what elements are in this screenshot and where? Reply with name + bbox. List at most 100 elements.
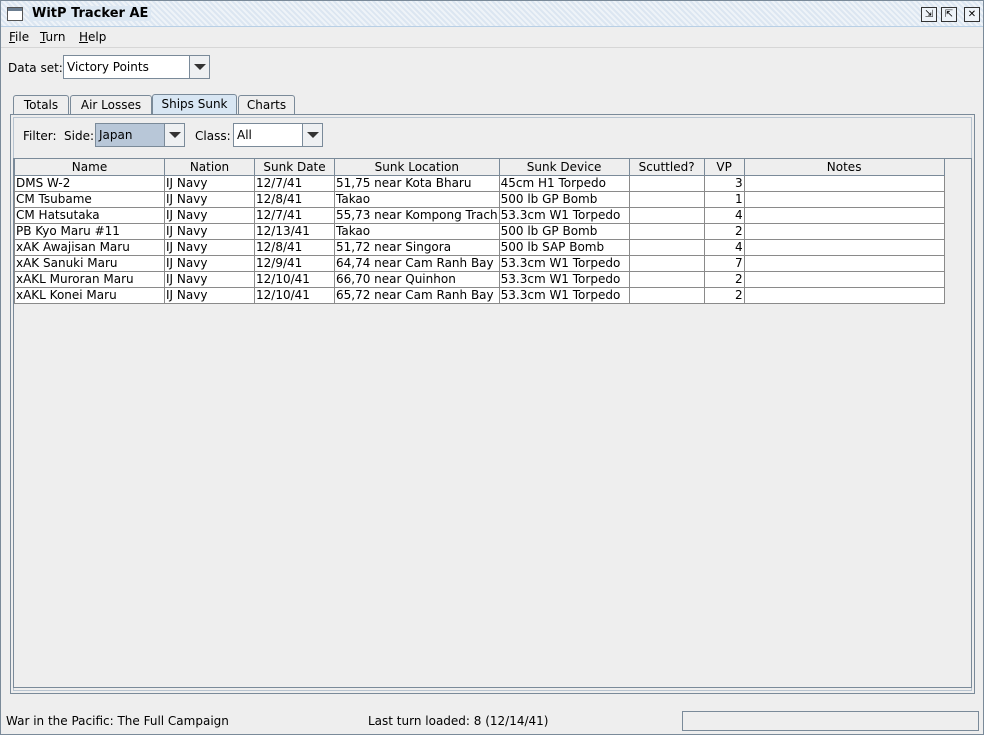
column-header-scuttled[interactable]: Scuttled? bbox=[628, 159, 705, 176]
cell-name[interactable]: DMS W-2 bbox=[14, 174, 165, 192]
cell-sunk-device[interactable]: 500 lb SAP Bomb bbox=[498, 238, 630, 256]
column-header-vp[interactable]: VP bbox=[703, 159, 745, 176]
cell-vp[interactable]: 4 bbox=[703, 238, 745, 256]
cell-sunk-device[interactable]: 53.3cm W1 Torpedo bbox=[498, 286, 630, 304]
status-bar: War in the Pacific: The Full Campaign La… bbox=[1, 707, 983, 735]
tab-air-losses[interactable]: Air Losses bbox=[70, 95, 152, 115]
cell-vp[interactable]: 2 bbox=[703, 222, 745, 240]
cell-sunk-device[interactable]: 53.3cm W1 Torpedo bbox=[498, 270, 630, 288]
cell-sunk-location[interactable]: 64,74 near Cam Ranh Bay bbox=[334, 254, 500, 272]
cell-name[interactable]: xAKL Konei Maru bbox=[14, 286, 165, 304]
cell-vp[interactable]: 4 bbox=[703, 206, 745, 224]
cell-sunk-date[interactable]: 12/7/41 bbox=[254, 174, 335, 192]
cell-name[interactable]: PB Kyo Maru #11 bbox=[14, 222, 165, 240]
cell-vp[interactable]: 7 bbox=[703, 254, 745, 272]
cell-scuttled[interactable] bbox=[628, 222, 705, 240]
cell-vp[interactable]: 2 bbox=[703, 270, 745, 288]
table-row[interactable]: xAKL Konei Maru IJ Navy 12/10/41 65,72 n… bbox=[14, 286, 945, 304]
table-row[interactable]: CM Tsubame IJ Navy 12/8/41 Takao 500 lb … bbox=[14, 190, 945, 208]
cell-notes[interactable] bbox=[743, 286, 945, 304]
cell-sunk-location[interactable]: 55,73 near Kompong Trach bbox=[334, 206, 500, 224]
cell-scuttled[interactable] bbox=[628, 270, 705, 288]
cell-notes[interactable] bbox=[743, 270, 945, 288]
tab-charts[interactable]: Charts bbox=[238, 95, 295, 115]
minimize-button[interactable]: ⇲ bbox=[921, 7, 937, 22]
cell-sunk-device[interactable]: 53.3cm W1 Torpedo bbox=[498, 206, 630, 224]
menu-turn[interactable]: Turn bbox=[40, 30, 65, 44]
cell-sunk-date[interactable]: 12/8/41 bbox=[254, 238, 335, 256]
cell-nation[interactable]: IJ Navy bbox=[164, 238, 255, 256]
cell-sunk-location[interactable]: 51,75 near Kota Bharu bbox=[334, 174, 500, 192]
cell-notes[interactable] bbox=[743, 222, 945, 240]
cell-sunk-device[interactable]: 45cm H1 Torpedo bbox=[498, 174, 630, 192]
cell-sunk-device[interactable]: 500 lb GP Bomb bbox=[498, 190, 630, 208]
cell-sunk-device[interactable]: 53.3cm W1 Torpedo bbox=[498, 254, 630, 272]
cell-scuttled[interactable] bbox=[628, 206, 705, 224]
cell-scuttled[interactable] bbox=[628, 254, 705, 272]
cell-notes[interactable] bbox=[743, 206, 945, 224]
cell-notes[interactable] bbox=[743, 238, 945, 256]
cell-nation[interactable]: IJ Navy bbox=[164, 174, 255, 192]
cell-sunk-date[interactable]: 12/10/41 bbox=[254, 286, 335, 304]
cell-sunk-device[interactable]: 500 lb GP Bomb bbox=[498, 222, 630, 240]
class-select[interactable]: All bbox=[233, 123, 323, 147]
cell-sunk-date[interactable]: 12/8/41 bbox=[254, 190, 335, 208]
menu-file[interactable]: File bbox=[9, 30, 29, 44]
column-header-nation[interactable]: Nation bbox=[164, 159, 255, 176]
table-row[interactable]: xAK Awajisan Maru IJ Navy 12/8/41 51,72 … bbox=[14, 238, 945, 256]
dataset-select[interactable]: Victory Points bbox=[63, 55, 210, 79]
cell-vp[interactable]: 3 bbox=[703, 174, 745, 192]
title-bar[interactable]: WitP Tracker AE ⇲ ⇱ ✕ bbox=[1, 1, 983, 27]
column-header-sunk-date[interactable]: Sunk Date bbox=[254, 159, 335, 176]
column-header-notes[interactable]: Notes bbox=[743, 159, 945, 176]
chevron-down-icon[interactable] bbox=[164, 124, 184, 146]
maximize-button[interactable]: ⇱ bbox=[941, 7, 957, 22]
cell-name[interactable]: CM Hatsutaka bbox=[14, 206, 165, 224]
menu-file-label: ile bbox=[15, 30, 30, 44]
cell-nation[interactable]: IJ Navy bbox=[164, 190, 255, 208]
cell-nation[interactable]: IJ Navy bbox=[164, 222, 255, 240]
menu-help[interactable]: Help bbox=[79, 30, 106, 44]
tab-ships-sunk[interactable]: Ships Sunk bbox=[152, 94, 237, 115]
cell-notes[interactable] bbox=[743, 174, 945, 192]
cell-scuttled[interactable] bbox=[628, 174, 705, 192]
column-header-sunk-location[interactable]: Sunk Location bbox=[334, 159, 500, 176]
cell-notes[interactable] bbox=[743, 254, 945, 272]
cell-vp[interactable]: 2 bbox=[703, 286, 745, 304]
cell-scuttled[interactable] bbox=[628, 190, 705, 208]
table-row[interactable]: xAKL Muroran Maru IJ Navy 12/10/41 66,70… bbox=[14, 270, 945, 288]
column-header-name[interactable]: Name bbox=[14, 159, 165, 176]
cell-nation[interactable]: IJ Navy bbox=[164, 206, 255, 224]
close-button[interactable]: ✕ bbox=[964, 7, 980, 22]
cell-sunk-date[interactable]: 12/10/41 bbox=[254, 270, 335, 288]
cell-nation[interactable]: IJ Navy bbox=[164, 270, 255, 288]
cell-nation[interactable]: IJ Navy bbox=[164, 254, 255, 272]
cell-sunk-date[interactable]: 12/7/41 bbox=[254, 206, 335, 224]
chevron-down-icon[interactable] bbox=[189, 56, 209, 78]
cell-name[interactable]: xAK Awajisan Maru bbox=[14, 238, 165, 256]
column-header-sunk-device[interactable]: Sunk Device bbox=[498, 159, 630, 176]
tab-totals[interactable]: Totals bbox=[13, 95, 69, 115]
table-row[interactable]: CM Hatsutaka IJ Navy 12/7/41 55,73 near … bbox=[14, 206, 945, 224]
cell-name[interactable]: CM Tsubame bbox=[14, 190, 165, 208]
cell-sunk-location[interactable]: Takao bbox=[334, 222, 500, 240]
cell-sunk-location[interactable]: 51,72 near Singora bbox=[334, 238, 500, 256]
cell-sunk-date[interactable]: 12/13/41 bbox=[254, 222, 335, 240]
cell-vp[interactable]: 1 bbox=[703, 190, 745, 208]
table-row[interactable]: PB Kyo Maru #11 IJ Navy 12/13/41 Takao 5… bbox=[14, 222, 945, 240]
cell-sunk-location[interactable]: 65,72 near Cam Ranh Bay bbox=[334, 286, 500, 304]
table-row[interactable]: DMS W-2 IJ Navy 12/7/41 51,75 near Kota … bbox=[14, 174, 945, 192]
cell-nation[interactable]: IJ Navy bbox=[164, 286, 255, 304]
cell-sunk-location[interactable]: Takao bbox=[334, 190, 500, 208]
cell-sunk-date[interactable]: 12/9/41 bbox=[254, 254, 335, 272]
cell-name[interactable]: xAKL Muroran Maru bbox=[14, 270, 165, 288]
ships-sunk-table[interactable]: Name Nation Sunk Date Sunk Location Sunk… bbox=[13, 158, 972, 688]
cell-notes[interactable] bbox=[743, 190, 945, 208]
cell-sunk-location[interactable]: 66,70 near Quinhon bbox=[334, 270, 500, 288]
cell-scuttled[interactable] bbox=[628, 238, 705, 256]
chevron-down-icon[interactable] bbox=[302, 124, 322, 146]
cell-scuttled[interactable] bbox=[628, 286, 705, 304]
table-row[interactable]: xAK Sanuki Maru IJ Navy 12/9/41 64,74 ne… bbox=[14, 254, 945, 272]
side-select[interactable]: Japan bbox=[95, 123, 185, 147]
cell-name[interactable]: xAK Sanuki Maru bbox=[14, 254, 165, 272]
